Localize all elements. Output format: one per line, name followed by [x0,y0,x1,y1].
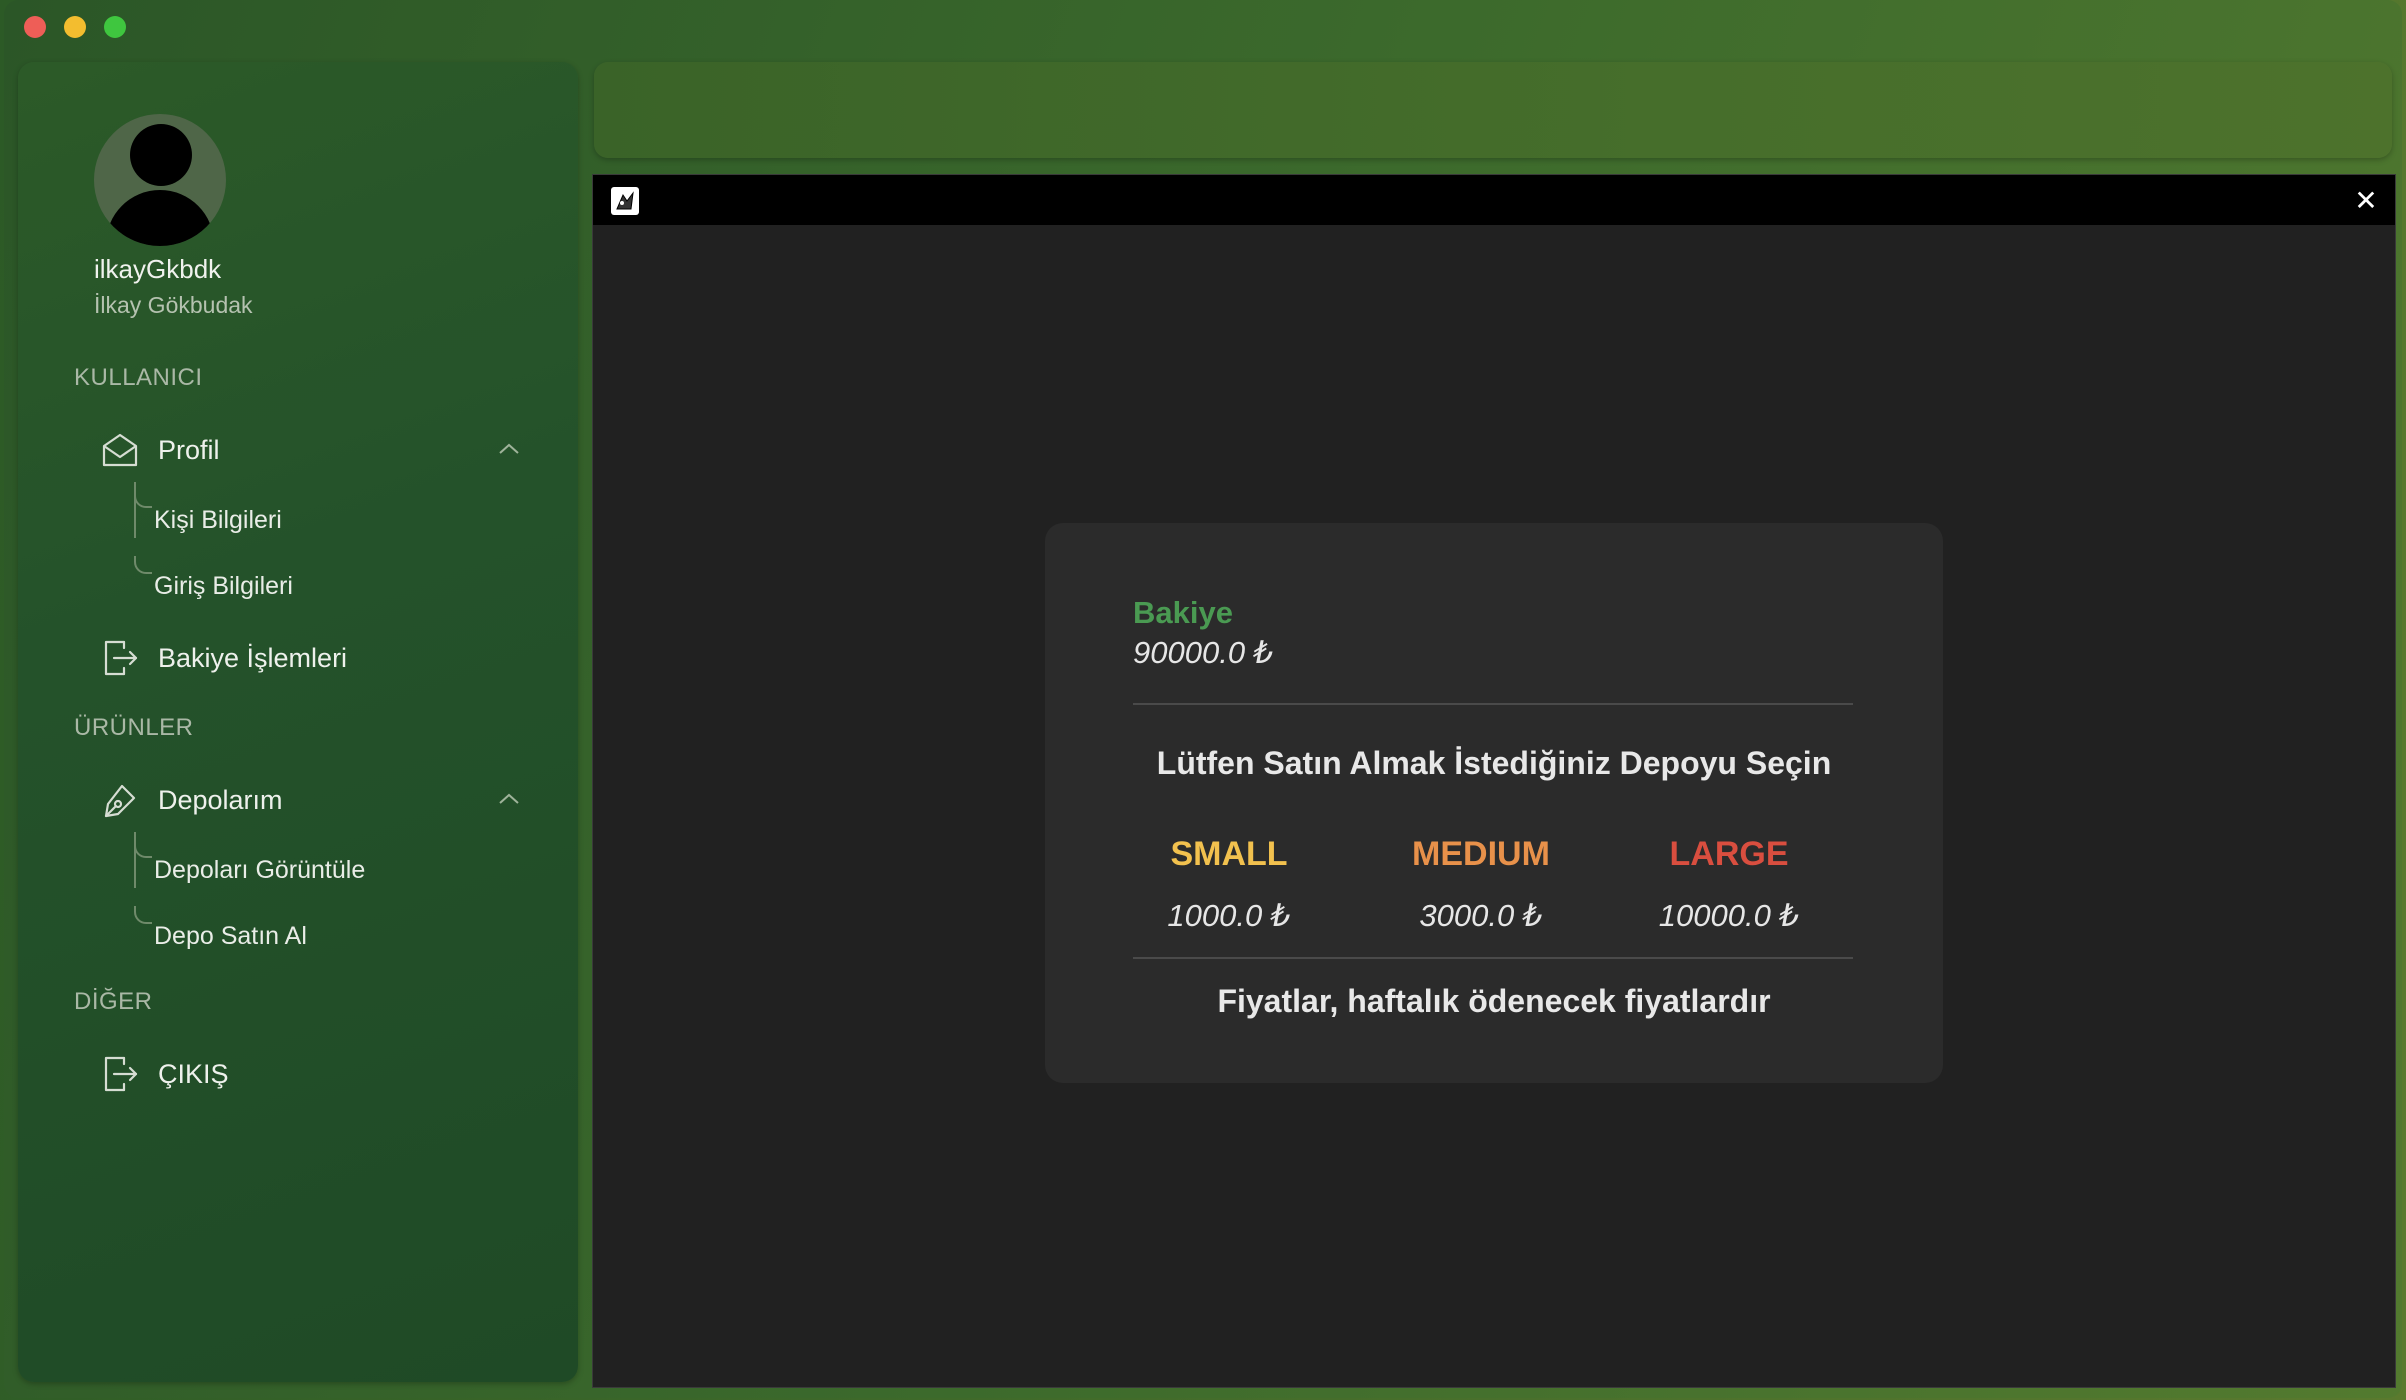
window-controls [24,16,126,38]
dialog-title-bar: ✕ [593,175,2395,225]
sidebar-item-label: Bakiye İşlemleri [158,642,348,673]
mail-icon [98,428,142,472]
plan-name: SMALL [1170,835,1288,873]
close-icon[interactable]: ✕ [2351,184,2381,217]
plan-medium[interactable]: MEDIUM 3000.0 ₺ [1381,835,1581,934]
sidebar-item-label: ÇIKIŞ [158,1058,229,1089]
app-window: ilkayGkbdk İlkay Gökbudak KULLANICI Prof… [4,0,2402,1398]
sidebar-item-buy-warehouse[interactable]: Depo Satın Al [154,922,307,951]
plan-large[interactable]: LARGE 10000.0 ₺ [1629,835,1829,934]
purchase-card: Bakiye 90000.0 ₺ Lütfen Satın Almak İste… [1045,523,1943,1083]
header-panel [594,62,2392,158]
plan-small[interactable]: SMALL 1000.0 ₺ [1129,835,1329,934]
minimize-window-button[interactable] [64,16,86,38]
balance-value: 90000.0 ₺ [1133,635,1274,670]
logout-icon [98,1052,142,1096]
close-window-button[interactable] [24,16,46,38]
sidebar-item-login-info[interactable]: Giriş Bilgileri [154,572,293,601]
section-user: KULLANICI [74,364,203,391]
sidebar-item-warehouses[interactable]: Depolarım [98,778,283,822]
sidebar-item-exit[interactable]: ÇIKIŞ [98,1052,229,1096]
maximize-window-button[interactable] [104,16,126,38]
sidebar: ilkayGkbdk İlkay Gökbudak KULLANICI Prof… [18,62,578,1382]
sidebar-item-label: Profil [158,434,220,465]
sidebar-item-profile[interactable]: Profil [98,428,220,472]
divider [1133,957,1853,959]
plan-price: 1000.0 ₺ [1167,898,1291,933]
balance-label: Bakiye [1133,595,1233,630]
buy-warehouse-dialog: ✕ Bakiye 90000.0 ₺ Lütfen Satın Almak İs… [592,174,2396,1388]
plan-name: LARGE [1669,835,1789,873]
chevron-up-icon[interactable] [494,434,524,464]
section-products: ÜRÜNLER [74,714,194,741]
plan-price: 3000.0 ₺ [1419,898,1543,933]
sidebar-item-label: Depolarım [158,784,283,815]
app-icon [611,187,639,215]
sidebar-item-view-warehouses[interactable]: Depoları Görüntüle [154,856,365,885]
sidebar-item-personal-info[interactable]: Kişi Bilgileri [154,506,282,535]
username: ilkayGkbdk [94,254,222,284]
pricing-note: Fiyatlar, haftalık ödenecek fiyatlardır [1217,983,1771,1019]
section-other: DİĞER [74,988,153,1015]
pen-icon [98,778,142,822]
plan-price: 10000.0 ₺ [1658,898,1800,933]
avatar [94,114,226,246]
sidebar-item-balance-operations[interactable]: Bakiye İşlemleri [98,636,347,680]
logout-icon [98,636,142,680]
plan-name: MEDIUM [1412,835,1550,873]
full-name: İlkay Gökbudak [94,292,253,318]
divider [1133,703,1853,705]
chevron-up-icon[interactable] [494,784,524,814]
purchase-prompt: Lütfen Satın Almak İstediğiniz Depoyu Se… [1156,745,1832,781]
